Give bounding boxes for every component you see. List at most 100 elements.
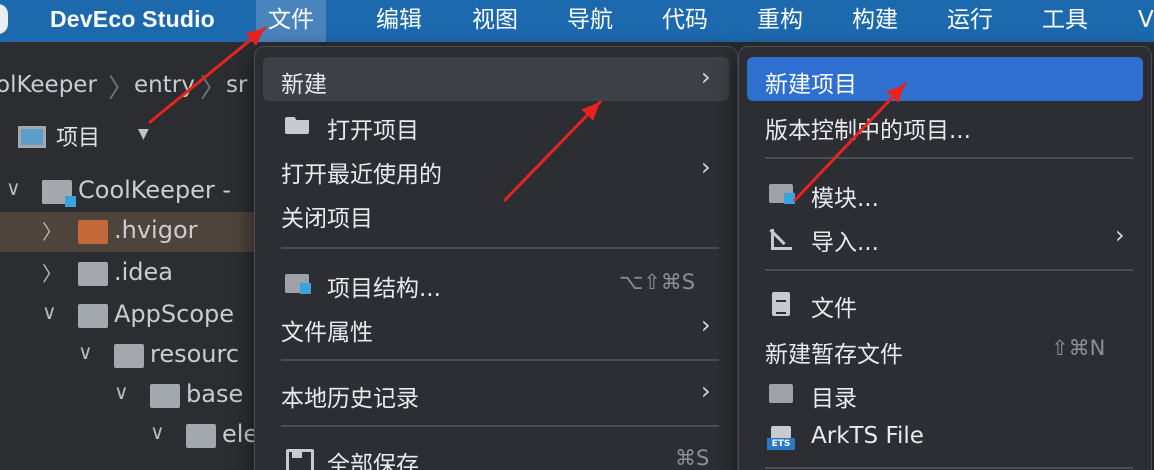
folder-icon	[78, 304, 108, 328]
menu-item-import[interactable]: 导入... ›	[747, 215, 1143, 259]
chevron-right-icon: ›	[701, 311, 711, 339]
tree-item-label: resourc	[150, 340, 240, 368]
project-panel-header[interactable]: 项目 ▼	[0, 112, 260, 160]
menu-refactor[interactable]: 重构	[745, 0, 815, 42]
menu-shortcut: ⌘S	[675, 446, 710, 470]
menu-bar: DevEco Studio 文件 编辑 视图 导航 代码 重构 构建 运行 工具…	[0, 0, 1154, 42]
chevron-down-icon[interactable]: ∨	[78, 340, 93, 364]
menu-vcs[interactable]: V	[1126, 0, 1154, 42]
import-icon	[767, 226, 795, 250]
menu-item-label: 打开最近使用的	[281, 162, 442, 188]
menu-item-label: 导入...	[811, 230, 879, 256]
apple-logo-icon[interactable]	[0, 4, 8, 34]
folder-icon	[78, 220, 108, 244]
folder-icon	[114, 344, 144, 368]
project-structure-icon	[283, 272, 311, 294]
tree-item-label: .idea	[114, 258, 174, 286]
menu-code[interactable]: 代码	[650, 0, 720, 42]
file-menu: 新建 › 打开项目 打开最近使用的 › 关闭项目 项目结构... ⌥⇧⌘S 文件…	[254, 46, 738, 470]
menu-item-scratch-file[interactable]: 新建暂存文件 ⇧⌘N	[747, 327, 1143, 371]
menu-run[interactable]: 运行	[935, 0, 1005, 42]
ets-file-icon: ETS	[767, 426, 795, 450]
menu-divider	[765, 467, 1133, 469]
project-tree: ∨ CoolKeeper - 〉 .hvigor 〉 .idea ∨ AppSc…	[0, 170, 260, 470]
menu-item-save-all[interactable]: 全部保存 ⌘S	[263, 437, 729, 470]
tree-row[interactable]: 〉 .idea	[0, 254, 260, 294]
chevron-right-icon: ›	[1115, 221, 1125, 249]
menu-item-label: 文件	[811, 296, 857, 322]
tree-row[interactable]: ∨ CoolKeeper -	[0, 172, 260, 212]
menu-item-label: 全部保存	[327, 452, 419, 470]
breadcrumb: olKeeper 〉 entry 〉 sr	[0, 66, 260, 110]
chevron-down-icon[interactable]: ▼	[138, 126, 149, 142]
app-name-menu[interactable]: DevEco Studio	[50, 6, 215, 33]
menu-item-label: 本地历史记录	[281, 386, 419, 412]
menu-divider	[765, 157, 1133, 159]
menu-edit[interactable]: 编辑	[364, 0, 434, 42]
folder-icon	[150, 384, 180, 408]
folder-icon	[767, 382, 795, 404]
breadcrumb-separator-icon: 〉	[108, 74, 135, 104]
menu-build[interactable]: 构建	[840, 0, 910, 42]
chevron-right-icon: ›	[701, 63, 711, 91]
tree-row[interactable]: 〉 .hvigor	[0, 212, 260, 252]
menu-divider	[281, 359, 719, 361]
menu-item-label: 新建暂存文件	[765, 342, 903, 368]
breadcrumb-separator-icon: 〉	[200, 74, 227, 104]
chevron-down-icon[interactable]: ∨	[114, 380, 129, 404]
new-submenu: 新建项目 版本控制中的项目... 模块... 导入... › 文件 新建暂存文件…	[738, 46, 1152, 470]
menu-item-new[interactable]: 新建 ›	[263, 57, 729, 101]
menu-shortcut: ⇧⌘N	[1051, 336, 1106, 360]
menu-item-file-properties[interactable]: 文件属性 ›	[263, 305, 729, 349]
menu-item-open-recent[interactable]: 打开最近使用的 ›	[263, 147, 729, 191]
menu-divider	[281, 247, 719, 249]
menu-item-label: 新建项目	[765, 72, 857, 98]
menu-item-project-structure[interactable]: 项目结构... ⌥⇧⌘S	[263, 261, 729, 305]
menu-file[interactable]: 文件	[256, 0, 326, 42]
project-view-icon	[18, 126, 46, 148]
menu-item-label: 文件属性	[281, 320, 373, 346]
folder-open-icon	[283, 114, 311, 136]
tree-item-label: AppScope	[114, 300, 234, 328]
menu-item-file[interactable]: 文件	[747, 281, 1143, 325]
tree-row[interactable]: ∨ resourc	[0, 336, 260, 376]
chevron-right-icon: ›	[701, 153, 711, 181]
menu-item-close-project[interactable]: 关闭项目	[263, 191, 729, 235]
save-icon	[283, 448, 314, 470]
tree-item-label: CoolKeeper -	[78, 176, 232, 204]
tree-row[interactable]: ∨ ele	[0, 416, 260, 456]
tree-row[interactable]: ∨ AppScope	[0, 296, 260, 336]
chevron-down-icon[interactable]: ∨	[150, 420, 165, 444]
chevron-down-icon[interactable]: ∨	[42, 300, 57, 324]
menu-item-open-project[interactable]: 打开项目	[263, 103, 729, 147]
module-folder-icon	[767, 182, 795, 204]
tree-row[interactable]: ∨ base	[0, 376, 260, 416]
menu-view[interactable]: 视图	[460, 0, 530, 42]
menu-divider	[281, 425, 719, 427]
menu-item-new-project[interactable]: 新建项目	[747, 57, 1143, 101]
ets-file-icon-text: ETS	[767, 438, 795, 450]
menu-item-label: ArkTS File	[811, 423, 924, 449]
menu-item-arkts-file[interactable]: ETS ArkTS File	[747, 415, 1143, 459]
menu-item-label: 项目结构...	[327, 276, 441, 302]
breadcrumb-src[interactable]: sr	[226, 72, 247, 98]
menu-tools[interactable]: 工具	[1030, 0, 1100, 42]
menu-item-module[interactable]: 模块...	[747, 171, 1143, 215]
menu-shortcut: ⌥⇧⌘S	[619, 270, 696, 294]
menu-navigate[interactable]: 导航	[555, 0, 625, 42]
chevron-right-icon: ›	[701, 377, 711, 405]
folder-icon	[78, 262, 108, 286]
menu-item-local-history[interactable]: 本地历史记录 ›	[263, 371, 729, 415]
menu-item-project-from-vcs[interactable]: 版本控制中的项目...	[747, 103, 1143, 147]
menu-divider	[765, 269, 1133, 271]
menu-item-label: 新建	[281, 72, 327, 98]
chevron-down-icon[interactable]: ∨	[6, 176, 21, 200]
menu-item-label: 关闭项目	[281, 206, 373, 232]
breadcrumb-entry[interactable]: entry	[134, 72, 195, 98]
breadcrumb-project[interactable]: olKeeper	[0, 72, 97, 98]
chevron-right-icon[interactable]: 〉	[42, 216, 62, 245]
tree-item-label: base	[186, 380, 244, 408]
module-folder-icon	[42, 180, 76, 207]
chevron-right-icon[interactable]: 〉	[42, 258, 62, 287]
menu-item-directory[interactable]: 目录	[747, 371, 1143, 415]
